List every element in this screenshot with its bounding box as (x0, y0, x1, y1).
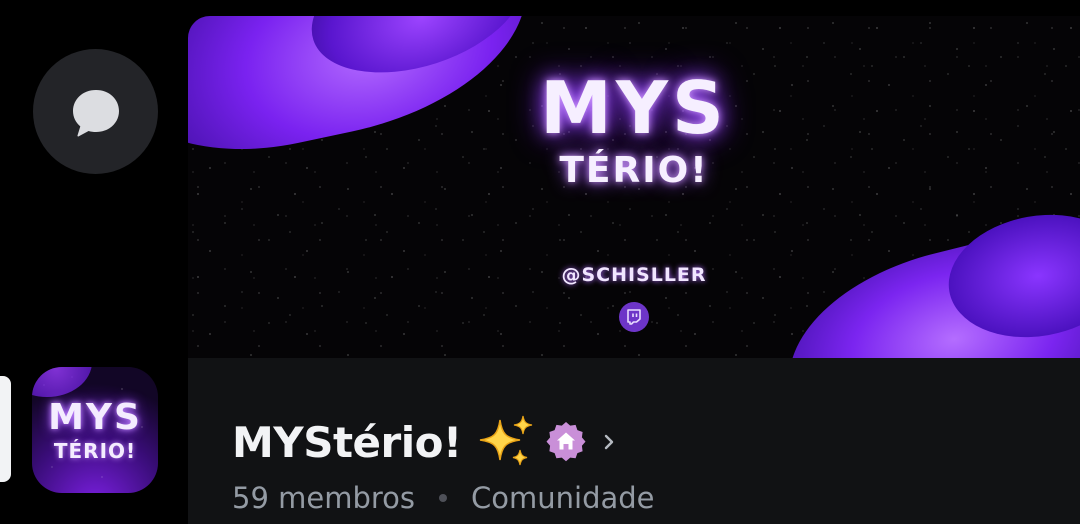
server-meta: 59 membros Comunidade (232, 478, 655, 518)
chat-bubble-icon (72, 89, 119, 136)
direct-messages-button[interactable] (33, 49, 158, 174)
sparkles-icon (479, 415, 532, 466)
server-title-button[interactable]: MYStério! (232, 412, 618, 472)
banner-handle: @SCHISLLER (561, 264, 707, 286)
banner-logo-top: MYS (540, 66, 728, 150)
banner-logo-bottom: TÉRIO! (559, 150, 709, 191)
server-panel: MYS TÉRIO! @SCHISLLER MYStério! 59 membr… (188, 16, 1080, 524)
server-rail: MYS TÉRIO! (0, 0, 188, 524)
server-name: MYStério! (232, 417, 462, 467)
server-icon-logo-bottom: TÉRIO! (53, 439, 137, 463)
server-icon-logo-top: MYS (48, 397, 142, 438)
twitch-icon (619, 302, 649, 332)
chevron-right-icon (604, 434, 613, 450)
server-banner[interactable]: MYS TÉRIO! @SCHISLLER (188, 16, 1080, 358)
community-home-badge-icon (546, 422, 586, 462)
meta-separator-dot (439, 494, 448, 502)
server-icon-mysterio[interactable]: MYS TÉRIO! (32, 367, 158, 493)
server-type: Comunidade (471, 481, 655, 515)
twitch-glyph-icon (627, 309, 641, 325)
member-count: 59 membros (232, 481, 416, 515)
selected-server-indicator (0, 376, 11, 482)
